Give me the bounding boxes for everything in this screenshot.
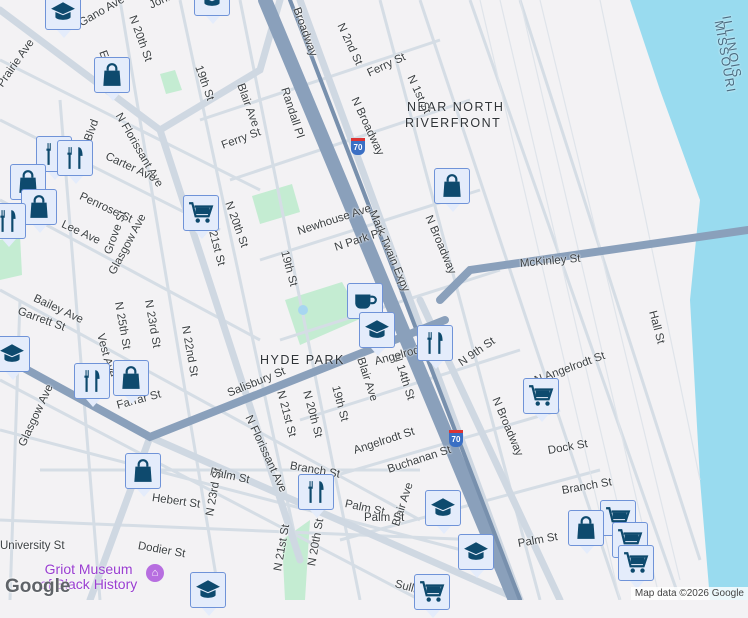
marker-school[interactable] <box>0 336 30 380</box>
marker-restaurant[interactable] <box>298 474 334 518</box>
shopping-cart-icon <box>623 550 649 576</box>
restaurant-icon <box>79 368 105 394</box>
marker-grocery[interactable] <box>618 545 654 589</box>
map-attribution[interactable]: Map data ©2026 Google <box>630 587 748 600</box>
shopping-cart-icon <box>419 579 445 605</box>
shopping-cart-icon <box>528 383 554 409</box>
shopping-bag-icon <box>26 194 52 220</box>
street-label: University St <box>0 540 65 552</box>
i70-shield-icon: 70 <box>351 138 365 155</box>
marker-shopping[interactable] <box>568 510 604 554</box>
restaurant-icon <box>422 330 448 356</box>
school-icon <box>364 317 390 343</box>
marker-grocery[interactable] <box>183 195 219 239</box>
school-icon <box>463 539 489 565</box>
marker-restaurant[interactable] <box>57 140 93 184</box>
poi-name-line-1: Griot Museum <box>44 561 133 577</box>
marker-shopping[interactable] <box>94 57 130 101</box>
shopping-bag-icon <box>99 62 125 88</box>
marker-school[interactable] <box>45 0 81 38</box>
marker-restaurant[interactable] <box>417 325 453 369</box>
neighborhood-label: HYDE PARK <box>260 353 345 367</box>
school-icon <box>430 495 456 521</box>
museum-icon: ⌂ <box>146 564 164 582</box>
marker-shopping[interactable] <box>434 168 470 212</box>
restaurant-icon <box>62 145 88 171</box>
school-icon <box>50 0 76 25</box>
marker-restaurant[interactable] <box>0 203 26 247</box>
shopping-bag-icon <box>118 365 144 391</box>
marker-school[interactable] <box>359 312 395 356</box>
marker-school[interactable] <box>194 0 230 24</box>
restaurant-icon <box>0 208 21 234</box>
shopping-bag-icon <box>573 515 599 541</box>
i70-shield-icon: 70 <box>449 430 463 447</box>
coffee-cup-icon <box>352 288 378 314</box>
pond <box>298 305 308 315</box>
school-icon <box>195 577 221 603</box>
google-logo: Google <box>5 576 71 597</box>
marker-restaurant[interactable] <box>74 363 110 407</box>
marker-shopping[interactable] <box>21 189 57 233</box>
school-icon <box>199 0 225 11</box>
restaurant-icon <box>303 479 329 505</box>
neighborhood-label: RIVERFRONT <box>405 116 502 130</box>
marker-shopping[interactable] <box>113 360 149 404</box>
shopping-bag-icon <box>439 173 465 199</box>
marker-school[interactable] <box>190 572 226 616</box>
marker-school[interactable] <box>458 534 494 578</box>
shopping-cart-icon <box>188 200 214 226</box>
marker-grocery[interactable] <box>523 378 559 422</box>
shopping-bag-icon <box>130 458 156 484</box>
marker-shopping[interactable] <box>125 453 161 497</box>
marker-school[interactable] <box>425 490 461 534</box>
marker-grocery[interactable] <box>414 574 450 618</box>
street-label: Palm St <box>364 512 405 524</box>
school-icon <box>0 341 25 367</box>
